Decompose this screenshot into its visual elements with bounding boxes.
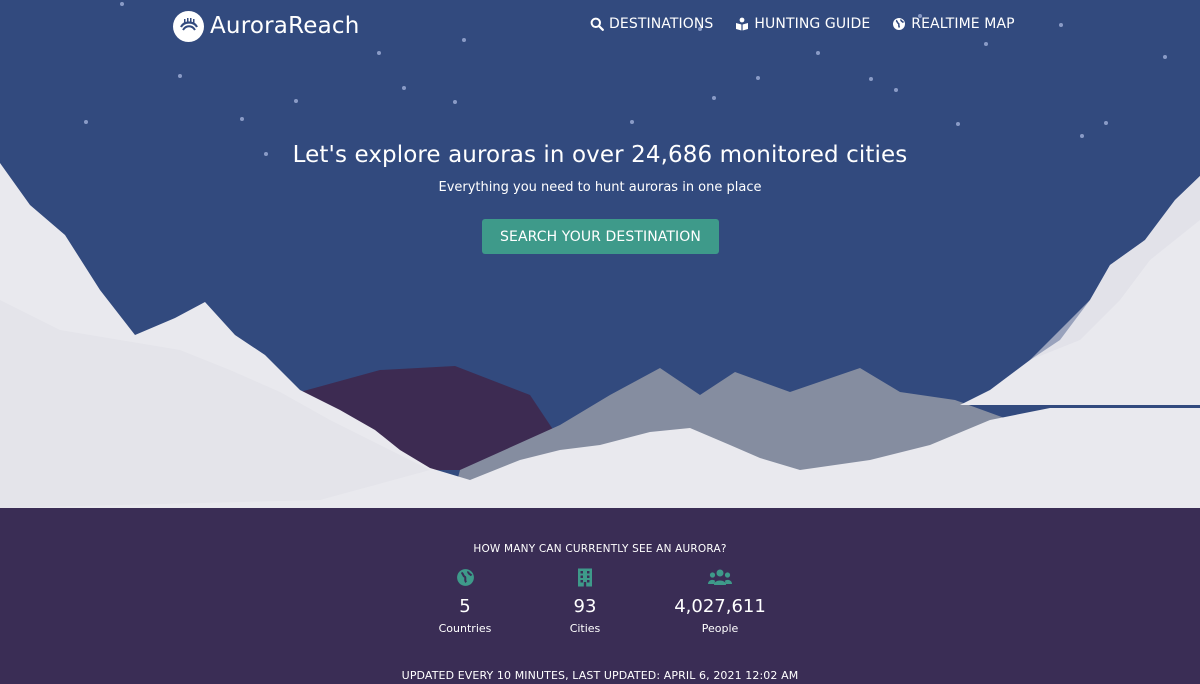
brand-logo[interactable]: AuroraReach [173, 10, 360, 42]
nav-hunting-guide-label: HUNTING GUIDE [754, 16, 871, 32]
stat-cities-value: 93 [573, 596, 597, 617]
search-destination-button[interactable]: SEARCH YOUR DESTINATION [482, 219, 719, 254]
guide-icon [735, 17, 749, 31]
aurora-visibility-stats: HOW MANY CAN CURRENTLY SEE AN AURORA? 5 … [0, 508, 1200, 684]
nav-hunting-guide[interactable]: HUNTING GUIDE [735, 16, 870, 32]
brand-name: AuroraReach [210, 13, 360, 39]
nav-links: DESTINATIONS HUNTING GUIDE REALTIME MAP [590, 16, 1015, 32]
nav-realtime-map[interactable]: REALTIME MAP [892, 16, 1015, 32]
stat-people: 4,027,611 People [650, 567, 790, 635]
nav-destinations-label: DESTINATIONS [609, 16, 714, 32]
globe-icon [395, 567, 535, 587]
nav-destinations[interactable]: DESTINATIONS [590, 16, 713, 32]
mountain-landscape [0, 163, 1200, 508]
nav-realtime-map-label: REALTIME MAP [911, 16, 1015, 32]
top-nav: AuroraReach DESTINATIONS HUNTING GUIDE R… [0, 0, 1200, 52]
building-icon [515, 567, 655, 587]
globe-icon [892, 17, 906, 31]
stat-people-value: 4,027,611 [674, 596, 766, 617]
hero-section: AuroraReach DESTINATIONS HUNTING GUIDE R… [0, 0, 1200, 508]
hero-subline: Everything you need to hunt auroras in o… [438, 180, 762, 195]
aurora-logo-icon [173, 10, 204, 42]
stat-countries-label: Countries [438, 622, 492, 635]
last-updated-text: UPDATED EVERY 10 MINUTES, LAST UPDATED: … [401, 669, 799, 682]
stat-people-label: People [701, 622, 739, 635]
stat-cities-label: Cities [569, 622, 601, 635]
stat-countries: 5 Countries [395, 567, 535, 635]
stats-title: HOW MANY CAN CURRENTLY SEE AN AURORA? [473, 543, 727, 555]
stat-countries-value: 5 [459, 596, 471, 617]
search-icon [590, 17, 604, 31]
users-icon [650, 567, 790, 587]
hero-headline: Let's explore auroras in over 24,686 mon… [292, 142, 908, 168]
stat-cities: 93 Cities [515, 567, 655, 635]
